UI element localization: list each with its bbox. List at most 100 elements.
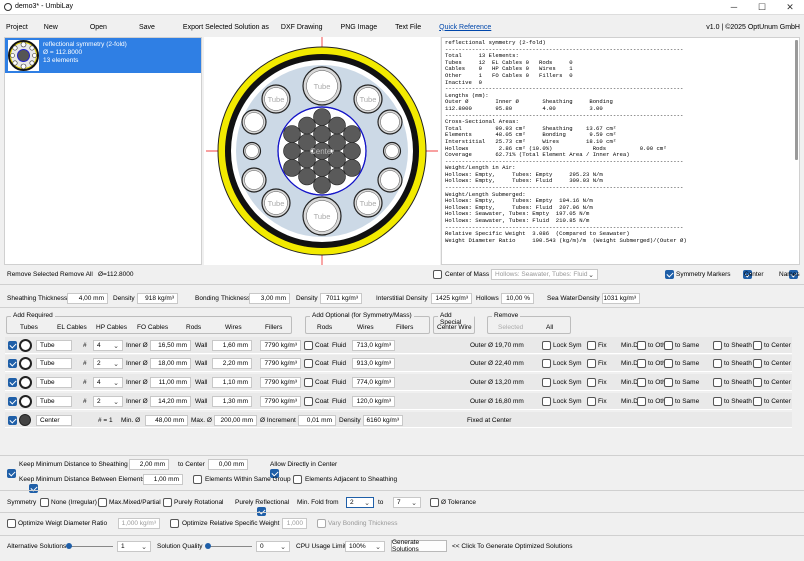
close-icon[interactable]: ✕ <box>776 0 804 14</box>
tube-density-field[interactable]: 7790 kg/m³ <box>260 358 301 369</box>
row-option-checkbox[interactable] <box>713 378 722 387</box>
optimize-rel-weight-checkbox[interactable] <box>170 519 179 528</box>
center-density-field[interactable]: 6160 kg/m³ <box>363 415 403 426</box>
row-option-checkbox[interactable] <box>587 359 596 368</box>
row-option-checkbox[interactable] <box>542 359 551 368</box>
row-option-checkbox[interactable] <box>637 359 646 368</box>
wall-field[interactable]: 1,10 mm <box>212 377 252 388</box>
row-option-checkbox[interactable] <box>542 397 551 406</box>
count-stepper[interactable]: 2 <box>93 396 123 407</box>
center-wire-button[interactable]: Center Wire <box>437 324 472 331</box>
tube-element-row[interactable]: Tube #2Inner Ø14,20 mm Wall 1,30 mm 7790 kg/… <box>5 393 792 410</box>
sheathing-thickness-field[interactable]: 4,00 mm <box>67 293 108 304</box>
fluid-density-field[interactable]: 120,0 kg/m³ <box>352 396 395 407</box>
count-stepper[interactable]: 4 <box>93 340 123 351</box>
min-diameter-field[interactable]: 48,00 mm <box>145 415 188 426</box>
symmetry-none-checkbox[interactable] <box>40 498 49 507</box>
count-stepper[interactable]: 2 <box>93 358 123 369</box>
row-option-checkbox[interactable] <box>587 378 596 387</box>
tolerance-checkbox[interactable] <box>430 498 439 507</box>
generate-solutions-button[interactable]: Generate Solutions <box>391 539 447 553</box>
quick-reference-link[interactable]: Quick Reference <box>433 24 497 31</box>
ratio-field[interactable]: 1,000 kg/m³ <box>118 518 160 529</box>
wall-field[interactable]: 1,60 mm <box>212 340 252 351</box>
row-option-checkbox[interactable] <box>664 359 673 368</box>
inner-diameter-field[interactable]: 11,00 mm <box>150 377 191 388</box>
diameter-increment-field[interactable]: 0,01 mm <box>298 415 336 426</box>
coat-checkbox[interactable] <box>304 341 313 350</box>
export-png-button[interactable]: PNG Image <box>335 24 384 31</box>
tube-element-row[interactable]: Tube #2Inner Ø18,00 mm Wall 2,20 mm 7790 kg/… <box>5 355 792 372</box>
symmetry-rotational-checkbox[interactable] <box>163 498 172 507</box>
export-dxf-button[interactable]: DXF Drawing <box>275 24 329 31</box>
row-option-checkbox[interactable] <box>637 397 646 406</box>
inner-diameter-field[interactable]: 18,00 mm <box>150 358 191 369</box>
add-el-cables-button[interactable]: EL Cables <box>57 324 87 331</box>
rel-weight-field[interactable]: 1,000 <box>282 518 307 529</box>
elements-distance-field[interactable]: 1,00 mm <box>143 474 183 485</box>
keep-min-sheath-checkbox[interactable] <box>7 469 16 478</box>
fold-from-stepper[interactable]: 2 <box>346 497 374 508</box>
sheathing-density-field[interactable]: 918 kg/m³ <box>137 293 178 304</box>
seawater-density-field[interactable]: 1031 kg/m³ <box>602 293 640 304</box>
max-diameter-field[interactable]: 200,00 mm <box>214 415 257 426</box>
cpu-select[interactable]: 100% <box>345 541 385 552</box>
solution-item[interactable]: reflectional symmetry (2-fold) Ø = 112.8… <box>5 38 201 73</box>
tube-element-row[interactable]: Tube #4Inner Ø11,00 mm Wall 1,10 mm 7790 kg/… <box>5 374 792 391</box>
inner-diameter-field[interactable]: 16,50 mm <box>150 340 191 351</box>
alt-solutions-stepper[interactable]: 1 <box>117 541 151 552</box>
interstitial-density-field[interactable]: 1425 kg/m³ <box>431 293 472 304</box>
row-option-checkbox[interactable] <box>664 397 673 406</box>
open-button[interactable]: Open <box>84 24 113 31</box>
row-option-checkbox[interactable] <box>713 397 722 406</box>
add-tubes-button[interactable]: Tubes <box>20 324 38 331</box>
row-enable-checkbox[interactable] <box>8 378 17 387</box>
cross-section-drawing[interactable]: Tube Tube Tube Tube Tube Tube Center <box>204 37 440 265</box>
center-type-field[interactable]: Center <box>36 415 72 426</box>
fluid-density-field[interactable]: 774,0 kg/m³ <box>352 377 395 388</box>
bonding-thickness-field[interactable]: 3,00 mm <box>249 293 290 304</box>
bonding-density-field[interactable]: 7011 kg/m³ <box>320 293 362 304</box>
row-enable-checkbox[interactable] <box>8 416 17 425</box>
row-option-checkbox[interactable] <box>713 359 722 368</box>
keep-min-elements-checkbox[interactable] <box>28 484 38 493</box>
tube-density-field[interactable]: 7790 kg/m³ <box>260 340 301 351</box>
row-option-checkbox[interactable] <box>542 378 551 387</box>
wall-field[interactable]: 2,20 mm <box>212 358 252 369</box>
coat-checkbox[interactable] <box>304 378 313 387</box>
tube-density-field[interactable]: 7790 kg/m³ <box>260 396 301 407</box>
symmetry-mixed-checkbox[interactable] <box>98 498 107 507</box>
row-option-checkbox[interactable] <box>753 378 762 387</box>
add-optional-rods-button[interactable]: Rods <box>317 324 332 331</box>
remove-selected-group-button[interactable]: Selected <box>498 324 523 331</box>
row-option-checkbox[interactable] <box>587 397 596 406</box>
report-scrollbar[interactable] <box>795 40 798 160</box>
vary-bonding-checkbox[interactable] <box>317 519 326 528</box>
coat-checkbox[interactable] <box>304 359 313 368</box>
center-of-mass-select[interactable]: Hollows: Seawater, Tubes: Fluid <box>491 269 598 280</box>
row-option-checkbox[interactable] <box>637 378 646 387</box>
inner-diameter-field[interactable]: 14,20 mm <box>150 396 191 407</box>
remove-selected-button[interactable]: Remove Selected <box>7 271 58 278</box>
adjacent-sheathing-checkbox[interactable] <box>293 475 302 484</box>
quality-slider[interactable] <box>205 543 252 549</box>
fold-to-stepper[interactable]: 7 <box>393 497 421 508</box>
row-option-checkbox[interactable] <box>664 341 673 350</box>
remove-all-group-button[interactable]: All <box>546 324 553 331</box>
add-fo-cables-button[interactable]: FO Cables <box>137 324 168 331</box>
row-enable-checkbox[interactable] <box>8 397 17 406</box>
center-of-mass-checkbox[interactable] <box>433 270 442 279</box>
row-option-checkbox[interactable] <box>753 359 762 368</box>
add-optional-fillers-button[interactable]: Fillers <box>396 324 413 331</box>
sheath-distance-field[interactable]: 2,00 mm <box>129 459 169 470</box>
fluid-density-field[interactable]: 713,0 kg/m³ <box>352 340 395 351</box>
alt-solutions-slider[interactable] <box>66 543 113 549</box>
symmetry-markers-checkbox[interactable] <box>665 270 674 279</box>
row-option-checkbox[interactable] <box>587 341 596 350</box>
row-enable-checkbox[interactable] <box>8 341 17 350</box>
row-option-checkbox[interactable] <box>753 397 762 406</box>
center-distance-field[interactable]: 0,00 mm <box>208 459 248 470</box>
row-option-checkbox[interactable] <box>637 341 646 350</box>
quality-stepper[interactable]: 0 <box>256 541 290 552</box>
element-type-field[interactable]: Tube <box>36 377 72 388</box>
